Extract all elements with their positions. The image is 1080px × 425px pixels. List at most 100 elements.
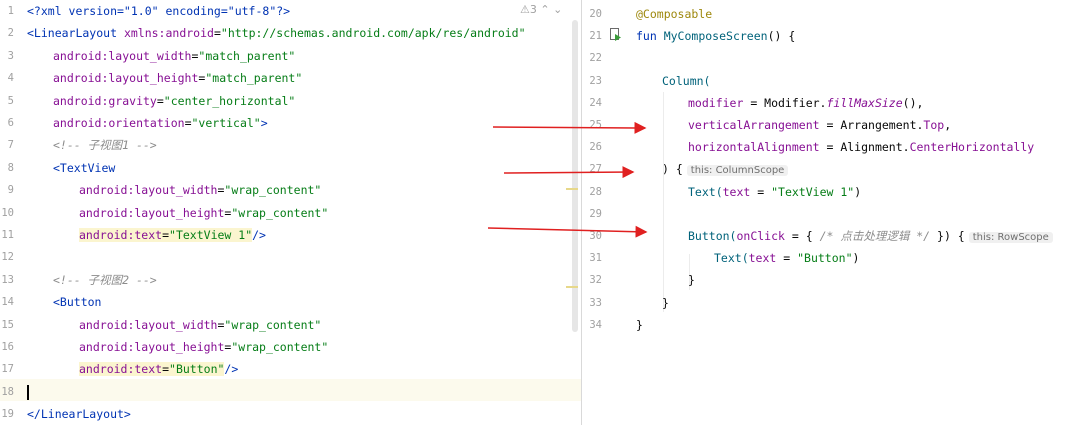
code-text[interactable]: </LinearLayout> (27, 403, 131, 425)
code-text[interactable]: verticalArrangement = Arrangement.Top, (688, 114, 951, 136)
code-token: "wrap_content" (231, 205, 329, 220)
code-text[interactable]: Text(text = "TextView 1") (688, 181, 861, 203)
line-number: 11 (1, 229, 14, 241)
xml-editor-pane[interactable]: 1 <?xml version="1.0" encoding="utf-8"?> 2… (0, 0, 581, 425)
code-text[interactable]: <?xml version="1.0" encoding="utf-8"?> (27, 0, 290, 22)
chevron-down-icon[interactable]: ⌄ (553, 3, 562, 16)
code-line[interactable]: 2 <LinearLayout xmlns:android="http://sch… (0, 22, 581, 44)
code-line[interactable]: 20 @Composable (582, 3, 1080, 25)
code-line[interactable]: 18 (0, 381, 581, 403)
code-line[interactable]: 32} (582, 269, 1080, 291)
code-line[interactable]: 8 <TextView (0, 157, 581, 179)
code-text[interactable]: @Composable (636, 3, 712, 25)
code-line[interactable]: 33} (582, 292, 1080, 314)
code-line[interactable]: 16 android:layout_height="wrap_content" (0, 336, 581, 358)
line-number: 12 (1, 251, 14, 264)
code-line[interactable]: 23 Column( (582, 70, 1080, 92)
code-line[interactable]: 15 android:layout_width="wrap_content" (0, 314, 581, 336)
code-text[interactable]: android:layout_height="wrap_content" (79, 202, 328, 224)
code-token: ) { (662, 162, 683, 177)
code-line[interactable]: 6 android:orientation="vertical"> (0, 112, 581, 134)
code-line[interactable]: 17 android:text="Button"/> (0, 358, 581, 380)
code-text[interactable]: <TextView (53, 157, 115, 179)
code-token: ) (854, 184, 862, 199)
code-line[interactable]: 11 android:text="TextView 1"/> (0, 224, 581, 246)
code-line[interactable]: 34} (582, 314, 1080, 336)
code-token: "Button" (797, 251, 853, 266)
code-line[interactable]: 12 (0, 246, 581, 268)
code-token: </LinearLayout> (27, 407, 131, 422)
code-line[interactable]: 1 <?xml version="1.0" encoding="utf-8"?> (0, 0, 581, 22)
code-line[interactable]: 14 <Button (0, 291, 581, 313)
code-line[interactable]: 4 android:layout_height="match_parent" (0, 67, 581, 89)
code-token: text (748, 251, 777, 266)
code-text[interactable]: android:text="Button"/> (79, 358, 238, 380)
code-line[interactable]: 10 android:layout_height="wrap_content" (0, 202, 581, 224)
code-token: <Button (53, 295, 102, 310)
code-token: Top (923, 118, 945, 132)
code-line[interactable]: 24 modifier = Modifier.fillMaxSize(), (582, 92, 1080, 114)
code-text[interactable]: android:layout_height="match_parent" (53, 67, 302, 89)
code-line[interactable]: 21 fun MyComposeScreen() { (582, 25, 1080, 47)
code-text[interactable]: <!-- 子视图1 --> (53, 134, 157, 156)
code-text[interactable]: android:orientation="vertical"> (53, 112, 268, 134)
code-line[interactable]: 26 horizontalAlignment = Alignment.Center… (582, 136, 1080, 158)
code-line[interactable]: 7 <!-- 子视图1 --> (0, 134, 581, 156)
code-text[interactable]: Column( (662, 70, 710, 92)
warning-indicator[interactable]: ⚠3 ⌃ ⌄ (520, 3, 562, 16)
code-line[interactable]: 28 Text(text = "TextView 1") (582, 181, 1080, 203)
code-text[interactable]: } (662, 292, 669, 314)
code-token: /* 点击处理逻辑 */ (819, 229, 931, 243)
text-caret (27, 384, 29, 400)
code-line[interactable]: 27) {this: ColumnScope (582, 158, 1080, 180)
code-text[interactable]: android:layout_width="match_parent" (53, 45, 295, 67)
line-number: 22 (589, 52, 602, 65)
code-text[interactable]: ) {this: ColumnScope (662, 158, 789, 182)
code-text[interactable]: <!-- 子视图2 --> (53, 269, 157, 291)
code-text[interactable]: <Button (53, 291, 101, 313)
code-line[interactable]: 19 </LinearLayout> (0, 403, 581, 425)
line-number: 31 (589, 252, 602, 265)
code-text[interactable]: android:layout_width="wrap_content" (79, 179, 321, 201)
line-number: 33 (589, 296, 602, 309)
code-text[interactable]: android:text="TextView 1"/> (79, 224, 266, 246)
code-token: , (944, 118, 952, 132)
line-number: 26 (589, 141, 602, 154)
code-token: android:layout_height (79, 205, 225, 220)
code-line[interactable]: 13 <!-- 子视图2 --> (0, 269, 581, 291)
code-text[interactable]: modifier = Modifier.fillMaxSize(), (688, 92, 923, 114)
code-text[interactable] (27, 381, 29, 403)
code-line[interactable]: 5 android:gravity="center_horizontal" (0, 90, 581, 112)
code-text[interactable]: Button(onClick = { /* 点击处理逻辑 */ }) {this… (688, 225, 1053, 249)
code-line[interactable]: 22 (582, 47, 1080, 69)
code-token: "wrap_content" (224, 183, 322, 198)
code-line[interactable]: 3 android:layout_width="match_parent" (0, 45, 581, 67)
compose-editor-pane[interactable]: 20 @Composable 21 fun MyComposeScreen() { 22… (582, 0, 1080, 425)
code-token: "match_parent" (198, 48, 296, 63)
code-token: "TextView 1" (169, 228, 253, 242)
code-text[interactable]: android:gravity="center_horizontal" (53, 90, 295, 112)
chevron-up-icon[interactable]: ⌃ (540, 3, 549, 16)
code-line[interactable]: 9 android:layout_width="wrap_content" (0, 179, 581, 201)
line-number: 14 (1, 296, 14, 309)
code-text[interactable]: horizontalAlignment = Alignment.CenterHo… (688, 136, 1034, 158)
code-token: <!-- 子视图2 --> (53, 272, 157, 287)
code-line[interactable]: 30 Button(onClick = { /* 点击处理逻辑 */ }) {th… (582, 225, 1080, 247)
code-text[interactable]: } (636, 314, 643, 336)
code-token: android:orientation (53, 116, 185, 130)
code-line[interactable]: 25 verticalArrangement = Arrangement.Top, (582, 114, 1080, 136)
code-text[interactable]: <LinearLayout xmlns:android="http://sche… (27, 22, 526, 44)
code-token: "vertical" (191, 116, 261, 130)
code-line[interactable]: 31 Text(text = "Button") (582, 247, 1080, 269)
code-text[interactable]: } (688, 269, 695, 291)
code-token: "wrap_content" (231, 340, 329, 354)
code-text[interactable]: fun MyComposeScreen() { (636, 25, 795, 47)
code-text[interactable]: android:layout_width="wrap_content" (79, 314, 321, 336)
code-token: onClick (736, 229, 785, 243)
code-text[interactable]: Text(text = "Button") (714, 247, 859, 269)
code-token: <TextView (53, 160, 116, 175)
code-token: "Button" (169, 362, 225, 377)
code-token: fillMaxSize (826, 95, 903, 110)
code-line[interactable]: 29 (582, 203, 1080, 225)
code-text[interactable]: android:layout_height="wrap_content" (79, 336, 328, 358)
